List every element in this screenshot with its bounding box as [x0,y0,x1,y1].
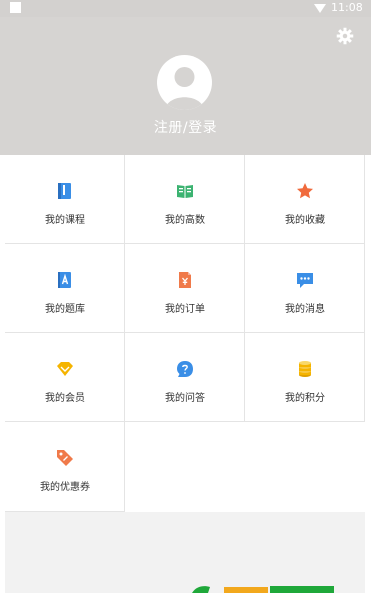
menu-item-label: 我的课程 [45,215,85,226]
avatar[interactable] [157,55,212,110]
status-bar: 11:08 [0,0,371,17]
menu-item-label: 我的积分 [285,393,325,404]
menu-item-label: 我的收藏 [285,215,325,226]
bottom-blank-area [5,512,365,593]
login-register-link[interactable]: 注册/登录 [0,117,371,137]
user-silhouette-icon [165,67,204,110]
menu-item-label: 我的题库 [45,304,85,315]
menu-item-orders[interactable]: 我的订单 [125,244,245,333]
menu-item-label: 我的问答 [165,393,205,404]
menu-item-qa[interactable]: 我的问答 [125,333,245,422]
watermark-logo [192,586,334,593]
star-icon [297,183,313,199]
menu-item-label: 我的优惠券 [40,482,90,493]
question-icon [177,361,193,377]
menu-item-favorites[interactable]: 我的收藏 [245,155,365,244]
menu-item-messages[interactable]: 我的消息 [245,244,365,333]
question-bank-icon [58,272,71,288]
book-icon [58,183,71,199]
menu-item-label: 我的订单 [165,304,205,315]
message-icon [297,273,313,288]
menu-item-coupons[interactable]: 我的优惠券 [5,422,125,512]
menu-item-label: 我的高数 [165,215,205,226]
wifi-icon [314,4,326,13]
menu-item-label: 我的消息 [285,304,325,315]
menu-grid: 我的课程 我的高数 我的收藏 我的题库 我的订单 我的消息 我的会员 我的问答 … [5,155,365,512]
menu-item-membership[interactable]: 我的会员 [5,333,125,422]
coins-icon [299,361,311,377]
menu-item-question-bank[interactable]: 我的题库 [5,244,125,333]
menu-item-points[interactable]: 我的积分 [245,333,365,422]
menu-item-courses[interactable]: 我的课程 [5,155,125,244]
menu-item-math[interactable]: 我的高数 [125,155,245,244]
menu-item-label: 我的会员 [45,393,85,404]
notification-icon [10,2,21,13]
open-book-icon [177,185,193,198]
order-icon [179,272,191,288]
coupon-icon [57,450,73,466]
status-time: 11:08 [331,1,363,14]
vip-diamond-icon [57,362,73,376]
gear-icon[interactable] [336,27,354,45]
